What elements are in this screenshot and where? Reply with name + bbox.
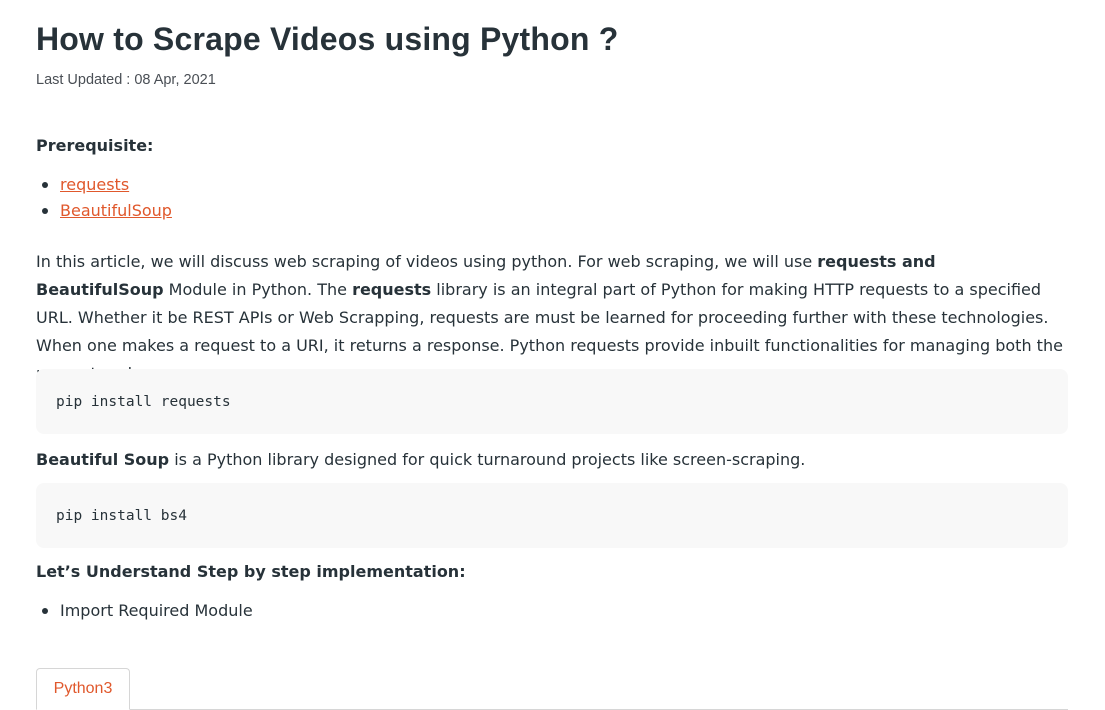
list-item: Import Required Module — [42, 598, 253, 624]
beautifulsoup-description: Beautiful Soup is a Python library desig… — [36, 447, 805, 473]
intro-bold-2: requests — [352, 280, 432, 299]
bs-text: is a Python library designed for quick t… — [169, 450, 806, 469]
prerequisite-list: requests BeautifulSoup — [36, 172, 172, 224]
last-updated-date: Last Updated : 08 Apr, 2021 — [36, 72, 216, 88]
code-text: pip install bs4 — [56, 507, 187, 524]
list-item: requests — [42, 172, 172, 198]
prerequisite-heading: Prerequisite: — [36, 136, 154, 155]
page-title: How to Scrape Videos using Python ? — [36, 21, 619, 57]
code-block-pip-requests[interactable]: pip install requests — [36, 369, 1068, 434]
requests-link[interactable]: requests — [60, 175, 129, 194]
code-text: pip install requests — [56, 393, 231, 410]
intro-text-2: Module in Python. The — [163, 280, 353, 299]
beautifulsoup-link[interactable]: BeautifulSoup — [60, 201, 172, 220]
intro-paragraph: In this article, we will discuss web scr… — [36, 248, 1068, 388]
bs-bold: Beautiful Soup — [36, 450, 170, 469]
list-item: BeautifulSoup — [42, 198, 172, 224]
steps-list: Import Required Module — [36, 598, 253, 624]
steps-heading: Let’s Understand Step by step implementa… — [36, 562, 466, 581]
code-block-pip-bs4[interactable]: pip install bs4 — [36, 483, 1068, 548]
code-tab-bar: Python3 — [36, 668, 1068, 710]
intro-text-1: In this article, we will discuss web scr… — [36, 252, 818, 271]
tab-python3[interactable]: Python3 — [36, 668, 130, 710]
